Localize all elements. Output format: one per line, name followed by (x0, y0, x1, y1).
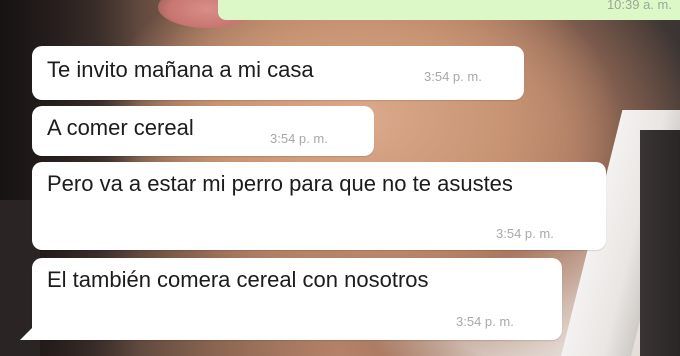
message-text: A comer cereal (47, 115, 194, 140)
message-time: 3:54 p. m. (456, 314, 514, 329)
outgoing-message-bubble[interactable]: 10:39 a. m. (218, 0, 680, 20)
incoming-message-bubble[interactable]: Pero va a estar mi perro para que no te … (32, 162, 606, 250)
outgoing-message-time: 10:39 a. m. (606, 0, 672, 12)
message-text: El también comera cereal con nosotros (47, 267, 429, 292)
message-text: Te invito mañana a mi casa (47, 57, 314, 82)
message-time: 3:54 p. m. (424, 69, 482, 84)
message-text: Pero va a estar mi perro para que no te … (47, 171, 513, 196)
incoming-message-bubble[interactable]: A comer cereal 3:54 p. m. (32, 106, 374, 156)
wallpaper-jacket (640, 130, 680, 356)
incoming-message-bubble[interactable]: El también comera cereal con nosotros 3:… (32, 258, 562, 340)
message-time: 3:54 p. m. (270, 131, 328, 146)
incoming-message-bubble[interactable]: Te invito mañana a mi casa 3:54 p. m. (32, 46, 524, 100)
message-time: 3:54 p. m. (496, 226, 554, 241)
